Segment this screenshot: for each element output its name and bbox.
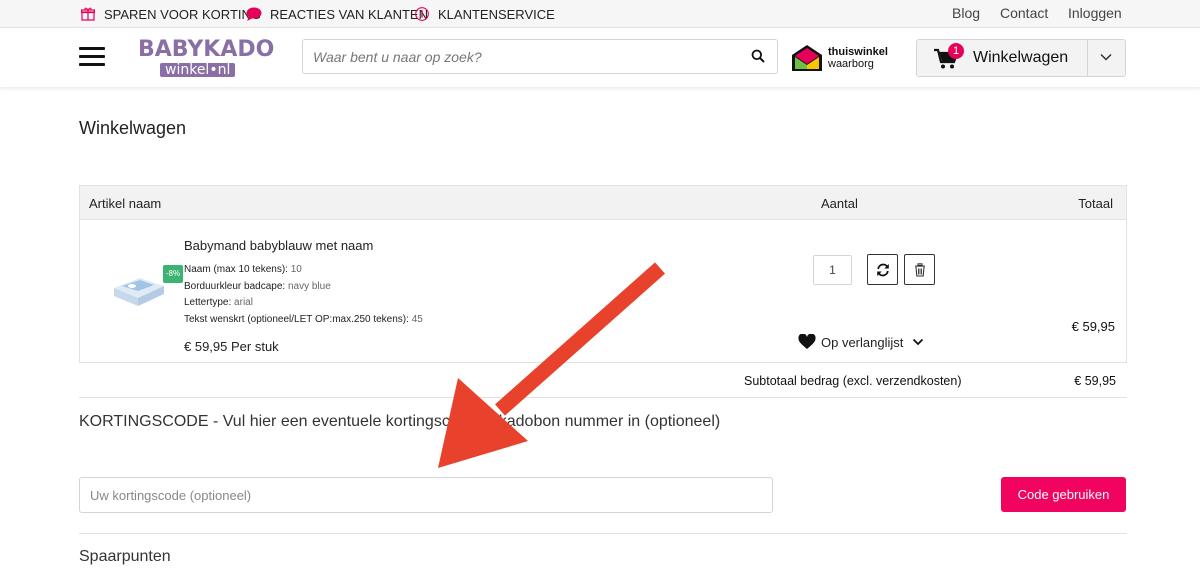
thuiswinkel-logo-icon xyxy=(792,45,822,71)
header-quantity: Aantal xyxy=(821,196,858,211)
wishlist-toggle[interactable]: Op verlanglijst xyxy=(798,334,924,350)
attribute-label: Borduurkleur badcape: xyxy=(184,280,286,292)
attribute-value: arial xyxy=(234,297,253,308)
attribute-row: Naam (max 10 tekens): 10 xyxy=(184,262,423,279)
apply-coupon-button[interactable]: Code gebruiken xyxy=(1001,477,1126,512)
coupon-input[interactable] xyxy=(79,477,773,513)
gift-icon xyxy=(80,6,96,22)
table-header: Artikel naam Aantal Totaal xyxy=(79,185,1127,220)
usp-savings[interactable]: SPAREN VOOR KORTING xyxy=(80,6,261,22)
usp-savings-label: SPAREN VOOR KORTING xyxy=(104,6,261,22)
attribute-row: Lettertype: arial xyxy=(184,295,423,312)
logo[interactable]: BABYKADO winkel•nl xyxy=(138,37,275,77)
chevron-down-icon xyxy=(913,338,924,346)
contact-link[interactable]: Contact xyxy=(1000,5,1048,21)
heart-icon xyxy=(798,334,816,349)
row-total: € 59,95 xyxy=(1071,319,1115,334)
thuiswinkel-text: thuiswinkel waarborg xyxy=(828,46,888,70)
cart-button[interactable]: 1 Winkelwagen xyxy=(916,39,1126,77)
login-link[interactable]: Inloggen xyxy=(1068,5,1122,21)
attribute-row: Borduurkleur badcape: navy blue xyxy=(184,279,423,296)
trash-icon xyxy=(914,262,925,277)
attribute-value: navy blue xyxy=(287,280,331,292)
attribute-label: Tekst wenskrt (optioneel/LET OP:max.250 … xyxy=(184,313,409,325)
subtotal-value: € 59,95 xyxy=(1074,374,1116,388)
cart-divider xyxy=(1087,40,1088,76)
usp-reviews-label: REACTIES VAN KLANTEN xyxy=(270,6,428,22)
blog-link[interactable]: Blog xyxy=(952,5,980,21)
header-article-name: Artikel naam xyxy=(89,196,162,211)
logo-line-2: winkel•nl xyxy=(160,63,236,77)
menu-icon[interactable] xyxy=(79,47,105,67)
attribute-value: 45 xyxy=(411,313,423,325)
section-divider xyxy=(79,533,1127,534)
wishlist-label: Op verlanglijst xyxy=(821,334,904,350)
chat-bubble-icon xyxy=(246,6,262,22)
delete-button[interactable] xyxy=(904,254,935,285)
top-bar: SPAREN VOOR KORTING REACTIES VAN KLANTEN… xyxy=(0,0,1200,28)
usp-reviews[interactable]: REACTIES VAN KLANTEN xyxy=(246,6,428,22)
info-icon xyxy=(414,6,430,22)
chevron-down-icon[interactable] xyxy=(1099,50,1115,66)
main-header: BABYKADO winkel•nl thuiswinkel waarborg … xyxy=(0,29,1200,87)
cart-label: Winkelwagen xyxy=(973,49,1069,66)
discount-badge: -8% xyxy=(163,265,183,283)
attribute-value: 10 xyxy=(290,264,302,275)
refresh-icon xyxy=(876,263,889,276)
quantity-input[interactable] xyxy=(813,255,852,285)
cart-table: Artikel naam Aantal Totaal -8% Babymand … xyxy=(79,185,1127,363)
attribute-label: Naam (max 10 tekens): xyxy=(184,264,288,275)
subtotal-label: Subtotaal bedrag (excl. verzendkosten) xyxy=(744,374,962,388)
search-bar xyxy=(302,39,778,74)
loyalty-heading: Spaarpunten xyxy=(79,548,171,565)
coupon-heading: KORTINGSCODE - Vul hier een eventuele ko… xyxy=(79,413,721,430)
cart-count-badge: 1 xyxy=(948,43,964,59)
refresh-button[interactable] xyxy=(867,254,898,285)
usp-customer-service[interactable]: KLANTENSERVICE xyxy=(414,6,555,22)
unit-price: € 59,95 Per stuk xyxy=(184,339,279,354)
search-icon[interactable] xyxy=(751,49,767,65)
attribute-label: Lettertype: xyxy=(184,297,232,308)
thuiswinkel-line-1: thuiswinkel xyxy=(828,46,888,58)
thuiswinkel-line-2: waarborg xyxy=(828,58,874,70)
search-input[interactable] xyxy=(303,40,743,73)
table-row: -8% Babymand babyblauw met naam Naam (ma… xyxy=(79,220,1127,363)
product-image[interactable] xyxy=(110,272,166,308)
usp-customer-service-label: KLANTENSERVICE xyxy=(438,6,555,22)
thuiswinkel-badge[interactable]: thuiswinkel waarborg xyxy=(790,43,890,73)
header-total: Totaal xyxy=(1078,196,1113,211)
attribute-row: Tekst wenskrt (optioneel/LET OP:max.250 … xyxy=(184,312,423,329)
product-attributes: Naam (max 10 tekens): 10 Borduurkleur ba… xyxy=(184,262,423,328)
product-name[interactable]: Babymand babyblauw met naam xyxy=(184,238,373,253)
logo-line-1: BABYKADO xyxy=(138,37,275,62)
subtotal-row: Subtotaal bedrag (excl. verzendkosten) €… xyxy=(79,363,1127,398)
page-title: Winkelwagen xyxy=(79,118,187,138)
